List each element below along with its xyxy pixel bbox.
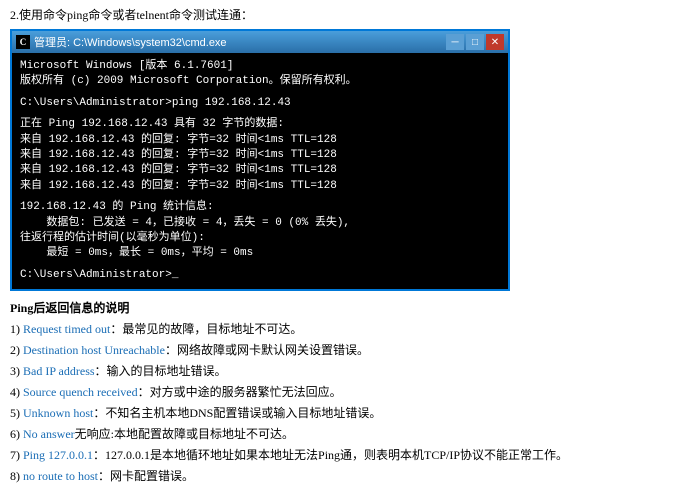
ping-item-description: 无响应:本地配置故障或目标地址不可达。 xyxy=(75,427,294,441)
cmd-line: 来自 192.168.12.43 的回复: 字节=32 时间<1ms TTL=1… xyxy=(20,179,500,194)
minimize-button[interactable]: ─ xyxy=(446,34,464,50)
ping-section-title: Ping后返回信息的说明 xyxy=(10,299,663,316)
ping-item-number: 5) xyxy=(10,406,23,420)
ping-item-number: 8) xyxy=(10,469,23,483)
ping-item: 1) Request timed out：最常见的故障，目标地址不可达。 xyxy=(10,320,663,338)
ping-item: 6) No answer无响应:本地配置故障或目标地址不可达。 xyxy=(10,425,663,443)
cmd-body: Microsoft Windows [版本 6.1.7601]版权所有 (c) … xyxy=(12,53,508,289)
cmd-line: 正在 Ping 192.168.12.43 具有 32 字节的数据: xyxy=(20,117,500,132)
ping-item-description: ：最常见的故障，目标地址不可达。 xyxy=(110,322,302,336)
cmd-icon: C xyxy=(16,35,30,49)
cmd-line: C:\Users\Administrator>_ xyxy=(20,268,500,283)
ping-item-description: ：对方或中途的服务器繁忙无法回应。 xyxy=(138,385,342,399)
close-button[interactable]: ✕ xyxy=(486,34,504,50)
ping-item-number: 2) xyxy=(10,343,23,357)
ping-item-label-text: Bad IP address xyxy=(23,364,95,378)
ping-item-label-text: No answer xyxy=(23,427,75,441)
ping-item-label-text: Source quench received xyxy=(23,385,138,399)
ping-item-number: 1) xyxy=(10,322,23,336)
ping-item-description: ：输入的目标地址错误。 xyxy=(95,364,227,378)
ping-item-label-text: Request timed out xyxy=(23,322,110,336)
ping-item-label-text: Ping 127.0.0.1 xyxy=(23,448,93,462)
ping-item: 2) Destination host Unreachable：网络故障或网卡默… xyxy=(10,341,663,359)
cmd-line: Microsoft Windows [版本 6.1.7601] xyxy=(20,59,500,74)
ping-item-description: ：网络故障或网卡默认网关设置错误。 xyxy=(165,343,369,357)
ping-item-number: 3) xyxy=(10,364,23,378)
cmd-title-left: C 管理员: C:\Windows\system32\cmd.exe xyxy=(16,34,227,50)
ping-item-label-text: Destination host Unreachable xyxy=(23,343,165,357)
ping-item-number: 7) xyxy=(10,448,23,462)
cmd-line: 来自 192.168.12.43 的回复: 字节=32 时间<1ms TTL=1… xyxy=(20,148,500,163)
cmd-line: C:\Users\Administrator>ping 192.168.12.4… xyxy=(20,96,500,111)
ping-item-description: ：网卡配置错误。 xyxy=(98,469,194,483)
ping-item-description: ：不知名主机本地DNS配置错误或输入目标地址错误。 xyxy=(93,406,381,420)
ping-items-list: 1) Request timed out：最常见的故障，目标地址不可达。 2) D… xyxy=(10,320,663,485)
ping-item-description: ：127.0.0.1是本地循环地址如果本地址无法Ping通，则表明本机TCP/I… xyxy=(93,448,568,462)
cmd-titlebar: C 管理员: C:\Windows\system32\cmd.exe ─ □ ✕ xyxy=(12,31,508,53)
ping-item-number: 6) xyxy=(10,427,23,441)
cmd-window: C 管理员: C:\Windows\system32\cmd.exe ─ □ ✕… xyxy=(10,29,510,291)
ping-item: 7) Ping 127.0.0.1：127.0.0.1是本地循环地址如果本地址无… xyxy=(10,446,663,464)
cmd-line: 最短 = 0ms，最长 = 0ms，平均 = 0ms xyxy=(20,246,500,261)
maximize-button[interactable]: □ xyxy=(466,34,484,50)
cmd-title-text: 管理员: C:\Windows\system32\cmd.exe xyxy=(34,34,227,50)
top-instruction: 2.使用命令ping命令或者telnent命令测试连通： xyxy=(10,6,663,23)
ping-item: 3) Bad IP address：输入的目标地址错误。 xyxy=(10,362,663,380)
cmd-line: 来自 192.168.12.43 的回复: 字节=32 时间<1ms TTL=1… xyxy=(20,163,500,178)
cmd-controls: ─ □ ✕ xyxy=(446,34,504,50)
cmd-line: 192.168.12.43 的 Ping 统计信息: xyxy=(20,200,500,215)
cmd-line: 版权所有 (c) 2009 Microsoft Corporation。保留所有… xyxy=(20,74,500,89)
ping-item: 5) Unknown host：不知名主机本地DNS配置错误或输入目标地址错误。 xyxy=(10,404,663,422)
ping-item-number: 4) xyxy=(10,385,23,399)
cmd-line: 来自 192.168.12.43 的回复: 字节=32 时间<1ms TTL=1… xyxy=(20,133,500,148)
cmd-line: 数据包: 已发送 = 4，已接收 = 4，丢失 = 0 (0% 丢失), xyxy=(20,216,500,231)
cmd-line: 往返行程的估计时间(以毫秒为单位): xyxy=(20,231,500,246)
ping-item: 8) no route to host：网卡配置错误。 xyxy=(10,467,663,485)
ping-item: 4) Source quench received：对方或中途的服务器繁忙无法回… xyxy=(10,383,663,401)
ping-item-label-text: no route to host xyxy=(23,469,98,483)
ping-item-label-text: Unknown host xyxy=(23,406,93,420)
